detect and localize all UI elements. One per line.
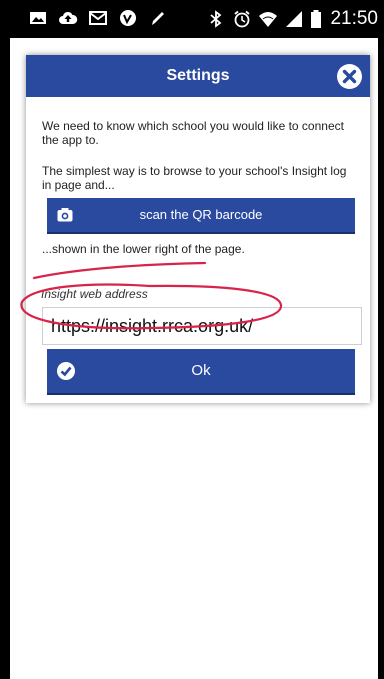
battery-icon	[311, 10, 322, 28]
shown-text: ...shown in the lower right of the page.	[42, 242, 245, 256]
signal-icon	[286, 11, 303, 27]
image-icon	[30, 12, 46, 24]
ok-button[interactable]: Ok	[47, 349, 355, 395]
dialog-header: Settings	[26, 55, 370, 97]
phone-screen: 21:50 Settings We need to know which sch…	[0, 0, 384, 679]
system-icons: 21:50	[206, 8, 378, 30]
field-label: Insight web address	[41, 287, 148, 301]
pen-icon	[152, 12, 164, 25]
alarm-icon	[234, 10, 251, 28]
bluetooth-icon	[210, 10, 222, 28]
close-icon	[342, 69, 357, 84]
notification-icons	[28, 8, 168, 28]
close-button[interactable]	[337, 64, 362, 89]
ok-label: Ok	[191, 362, 211, 379]
app-background: Settings We need to know which school yo…	[10, 38, 378, 679]
status-bar: 21:50	[0, 0, 384, 38]
insight-url-input[interactable]	[42, 307, 362, 345]
cloud-upload-icon	[59, 11, 78, 24]
clock: 21:50	[330, 8, 378, 29]
settings-dialog: Settings We need to know which school yo…	[26, 55, 370, 403]
wifi-icon	[259, 12, 278, 27]
scan-qr-label: scan the QR barcode	[139, 207, 263, 222]
intro-text: We need to know which school you would l…	[42, 119, 344, 147]
vine-icon	[120, 10, 136, 26]
dialog-title: Settings	[166, 67, 230, 84]
mail-icon	[89, 11, 107, 25]
instruction-text: The simplest way is to browse to your sc…	[42, 164, 347, 192]
scan-qr-button[interactable]: scan the QR barcode	[47, 198, 355, 234]
